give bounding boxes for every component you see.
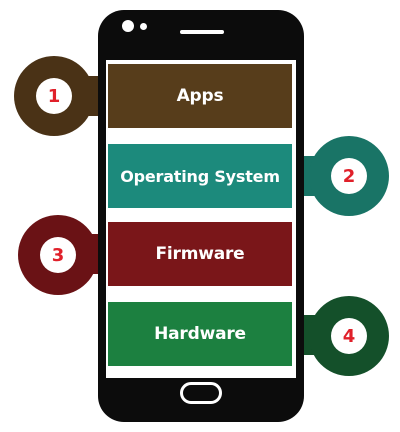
layer-1-band: Apps	[108, 64, 292, 128]
camera-icon	[122, 20, 134, 32]
layer-4-badge: 4	[309, 296, 389, 376]
layer-2-band: Operating System	[108, 144, 292, 208]
layer-4-number: 4	[331, 318, 367, 354]
diagram-canvas: 1 2 3 4 Apps Operating System Firmware H…	[0, 0, 400, 432]
layer-2-badge: 2	[309, 136, 389, 216]
sensor-dot	[140, 23, 147, 30]
home-button-icon	[180, 382, 222, 404]
layer-1-badge: 1	[14, 56, 94, 136]
speaker-icon	[180, 30, 224, 34]
layer-3-band: Firmware	[108, 222, 292, 286]
layer-2-number: 2	[331, 158, 367, 194]
layer-3-badge: 3	[18, 215, 98, 295]
layer-1-label: Apps	[176, 86, 224, 106]
layer-4-label: Hardware	[154, 324, 246, 344]
layer-2-label: Operating System	[120, 166, 280, 186]
layer-3-number: 3	[40, 237, 76, 273]
layer-3-label: Firmware	[155, 244, 245, 264]
layer-1-number: 1	[36, 78, 72, 114]
layer-4-band: Hardware	[108, 302, 292, 366]
